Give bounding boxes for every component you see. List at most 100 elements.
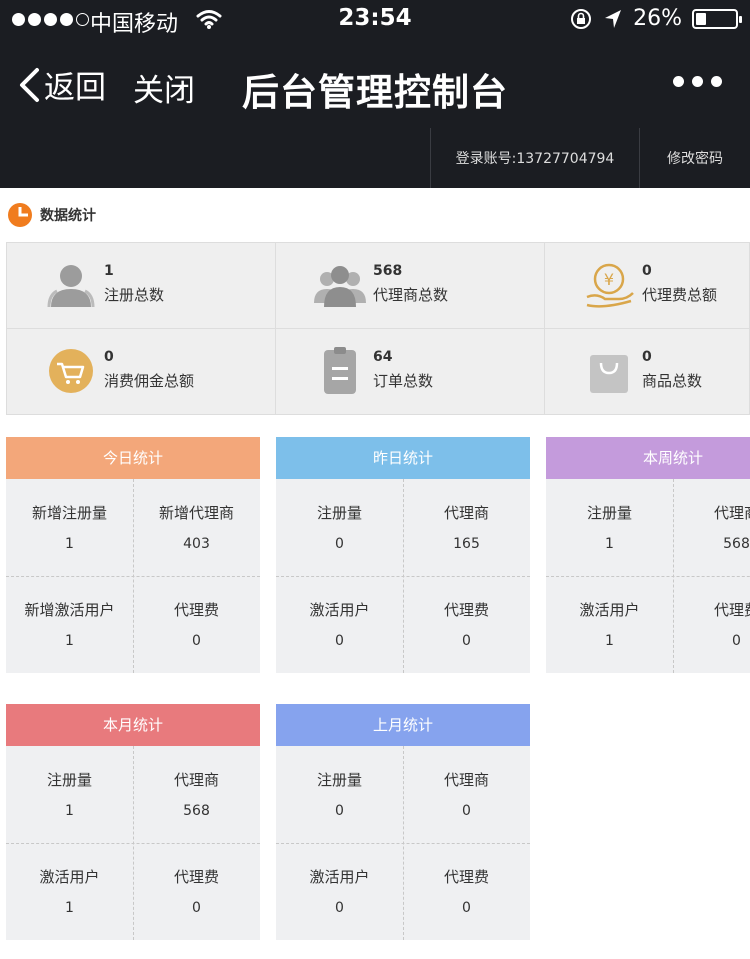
stat-cell: 注册量 0 — [276, 479, 403, 576]
summary-label: 订单总数 — [373, 372, 434, 390]
summary-label: 消费佣金总额 — [104, 372, 195, 390]
location-arrow-icon — [605, 9, 622, 28]
summary-cell[interactable]: ¥ 0 代理费总额 — [545, 243, 750, 329]
rotation-lock-icon — [571, 8, 592, 29]
svg-text:¥: ¥ — [604, 270, 614, 289]
stat-label: 注册量 — [586, 504, 632, 522]
stat-label: 激活用户 — [579, 601, 640, 619]
card-body: 注册量 0 代理商 165 激活用户 0 代理费 0 — [276, 479, 530, 673]
stat-cell: 注册量 1 — [546, 479, 673, 576]
pie-chart-icon — [8, 203, 32, 227]
battery-icon — [692, 8, 742, 29]
today-stats-card: 今日统计 新增注册量 1 新增代理商 403 新增激活用户 1 代理费 0 — [6, 437, 260, 673]
stat-value: 0 — [732, 633, 741, 649]
this-month-stats-card: 本月统计 注册量 1 代理商 568 激活用户 1 代理费 0 — [6, 704, 260, 940]
last-month-stats-card: 上月统计 注册量 0 代理商 0 激活用户 0 代理费 0 — [276, 704, 530, 940]
stat-label: 激活用户 — [309, 868, 370, 886]
this-week-stats-card: 本周统计 注册量 1 代理商 568 激活用户 1 代理费 0 — [546, 437, 750, 673]
stat-label: 代理商 — [173, 771, 219, 789]
status-right: 26% — [569, 6, 742, 31]
summary-value: 0 — [642, 263, 652, 279]
yesterday-stats-card: 昨日统计 注册量 0 代理商 165 激活用户 0 代理费 0 — [276, 437, 530, 673]
stat-label: 注册量 — [316, 771, 362, 789]
section-header: 数据统计 — [7, 202, 96, 228]
card-body: 注册量 0 代理商 0 激活用户 0 代理费 0 — [276, 746, 530, 940]
summary-cell[interactable]: 568 代理商总数 — [276, 243, 545, 329]
summary-label: 注册总数 — [104, 286, 165, 304]
top-bar: 中国移动 23:54 26% 返回 关闭 后台管理控制台 — [0, 0, 750, 128]
summary-grid: 1 注册总数 568 代理商总数 ¥ 0 代理费总额 0 消费佣金总额 64 订… — [6, 242, 750, 415]
user-icon — [47, 265, 95, 308]
card-body: 注册量 1 代理商 568 激活用户 1 代理费 0 — [546, 479, 750, 673]
stat-label: 代理费 — [443, 601, 489, 619]
page-title: 后台管理控制台 — [242, 71, 508, 114]
stat-cell: 注册量 1 — [6, 746, 133, 843]
section-title: 数据统计 — [40, 208, 96, 224]
chevron-left-icon — [20, 67, 39, 102]
stat-cell: 新增激活用户 1 — [6, 576, 133, 673]
summary-value: 64 — [373, 349, 393, 365]
stat-label: 代理费 — [713, 601, 750, 619]
stat-cell: 新增代理商 403 — [133, 479, 260, 576]
card-header: 本周统计 — [546, 437, 750, 479]
summary-cell[interactable]: 0 商品总数 — [545, 329, 750, 415]
stat-cell: 代理费 0 — [133, 576, 260, 673]
stat-cell: 代理商 568 — [133, 746, 260, 843]
summary-value: 568 — [373, 263, 403, 279]
stat-value: 568 — [723, 536, 750, 552]
stat-label: 注册量 — [46, 771, 92, 789]
stat-cell: 代理商 0 — [403, 746, 530, 843]
stat-value: 1 — [605, 633, 614, 649]
stat-value: 568 — [183, 803, 210, 819]
stat-cell: 激活用户 0 — [276, 843, 403, 940]
card-header: 上月统计 — [276, 704, 530, 746]
stat-value: 0 — [192, 900, 201, 916]
cart-icon — [49, 349, 93, 393]
stat-label: 代理商 — [443, 504, 489, 522]
stat-cell: 代理费 0 — [133, 843, 260, 940]
summary-cell[interactable]: 64 订单总数 — [276, 329, 545, 415]
stat-label: 代理费 — [443, 868, 489, 886]
summary-label: 代理商总数 — [373, 286, 449, 304]
more-menu-button[interactable] — [673, 76, 722, 87]
stat-value: 1 — [605, 536, 614, 552]
stat-label: 代理费 — [173, 868, 219, 886]
card-body: 注册量 1 代理商 568 激活用户 1 代理费 0 — [6, 746, 260, 940]
stat-label: 代理商 — [443, 771, 489, 789]
yen-hand-icon: ¥ — [586, 263, 634, 308]
back-label: 返回 — [44, 70, 106, 106]
stat-cell: 激活用户 1 — [546, 576, 673, 673]
stat-label: 激活用户 — [39, 868, 100, 886]
summary-value: 1 — [104, 263, 114, 279]
clipboard-icon — [324, 347, 356, 394]
stat-value: 0 — [192, 633, 201, 649]
stat-cell: 代理费 0 — [673, 576, 750, 673]
back-button[interactable]: 返回 — [18, 62, 106, 107]
stat-value: 1 — [65, 633, 74, 649]
summary-cell[interactable]: 1 注册总数 — [7, 243, 276, 329]
battery-percent: 26% — [633, 6, 682, 31]
stat-label: 新增注册量 — [31, 504, 107, 522]
change-password-button[interactable]: 修改密码 — [639, 128, 750, 188]
stat-cell: 激活用户 1 — [6, 843, 133, 940]
stat-value: 0 — [462, 900, 471, 916]
stat-label: 新增激活用户 — [24, 601, 115, 619]
close-button[interactable]: 关闭 — [133, 65, 195, 110]
summary-cell[interactable]: 0 消费佣金总额 — [7, 329, 276, 415]
bag-icon — [590, 355, 628, 393]
status-bar: 中国移动 23:54 26% — [0, 0, 750, 40]
summary-value: 0 — [642, 349, 652, 365]
stat-cell: 代理费 0 — [403, 843, 530, 940]
stat-value: 0 — [335, 803, 344, 819]
stat-label: 新增代理商 — [158, 504, 234, 522]
card-header: 本月统计 — [6, 704, 260, 746]
summary-value: 0 — [104, 349, 114, 365]
stat-value: 1 — [65, 900, 74, 916]
stat-value: 0 — [462, 633, 471, 649]
stat-cell: 注册量 0 — [276, 746, 403, 843]
account-bar: 登录账号:13727704794 修改密码 — [0, 128, 750, 188]
summary-label: 代理费总额 — [642, 286, 718, 304]
stat-label: 激活用户 — [309, 601, 370, 619]
group-icon — [314, 266, 366, 307]
stat-value: 1 — [65, 536, 74, 552]
